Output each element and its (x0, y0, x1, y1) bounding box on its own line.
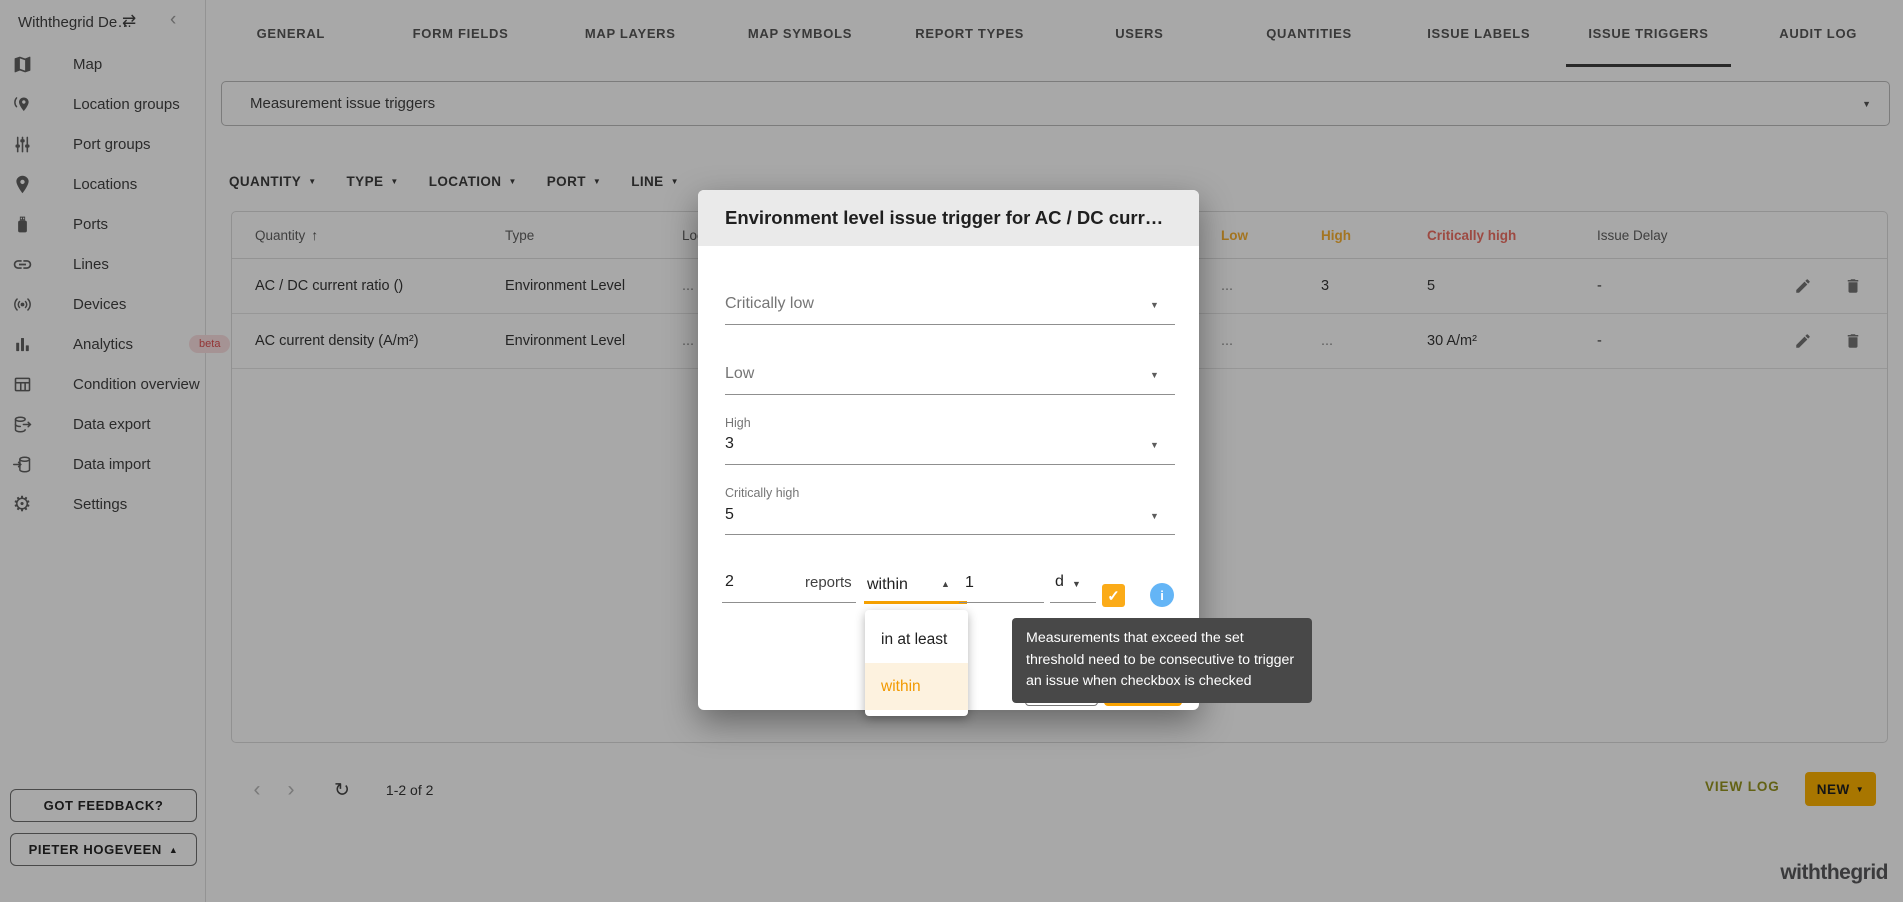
chevron-down-icon: ▼ (1150, 440, 1159, 450)
field-underline (725, 534, 1175, 535)
field-underline (1050, 602, 1096, 603)
consecutive-checkbox[interactable]: ✓ (1102, 584, 1125, 607)
app-root: Withthegrid De… ⇄ ‹ Map Location groups … (0, 0, 1903, 902)
menu-option-within[interactable]: within (865, 663, 968, 710)
check-icon: ✓ (1107, 587, 1120, 605)
high-label: High (725, 416, 751, 430)
modal-title: Environment level issue trigger for AC /… (725, 207, 1163, 229)
critically-high-select[interactable]: 5 (725, 506, 734, 524)
field-underline (722, 602, 856, 603)
field-underline (725, 394, 1175, 395)
reports-suffix-label: reports (805, 574, 852, 591)
high-select[interactable]: 3 (725, 435, 734, 453)
critically-low-select[interactable]: Critically low (725, 295, 814, 313)
field-underline (725, 464, 1175, 465)
chevron-down-icon: ▼ (1150, 370, 1159, 380)
menu-option-in-at-least[interactable]: in at least (865, 616, 968, 663)
window-count-input[interactable]: 1 (965, 574, 974, 592)
consecutive-info-tooltip: Measurements that exceed the set thresho… (1012, 618, 1312, 703)
active-field-underline (864, 601, 967, 604)
chevron-down-icon: ▼ (1072, 579, 1081, 589)
mode-select[interactable]: within (867, 576, 908, 594)
chevron-down-icon: ▼ (1150, 511, 1159, 521)
chevron-down-icon: ▼ (1150, 300, 1159, 310)
mode-select-menu: in at least within (865, 610, 968, 716)
report-count-input[interactable]: 2 (725, 573, 734, 591)
field-underline (725, 324, 1175, 325)
low-select[interactable]: Low (725, 365, 754, 383)
critically-high-label: Critically high (725, 486, 799, 500)
field-underline (959, 602, 1044, 603)
unit-select[interactable]: d (1055, 573, 1064, 591)
info-icon[interactable]: i (1150, 583, 1174, 607)
modal-header: Environment level issue trigger for AC /… (698, 190, 1199, 246)
chevron-up-icon: ▲ (941, 579, 950, 589)
